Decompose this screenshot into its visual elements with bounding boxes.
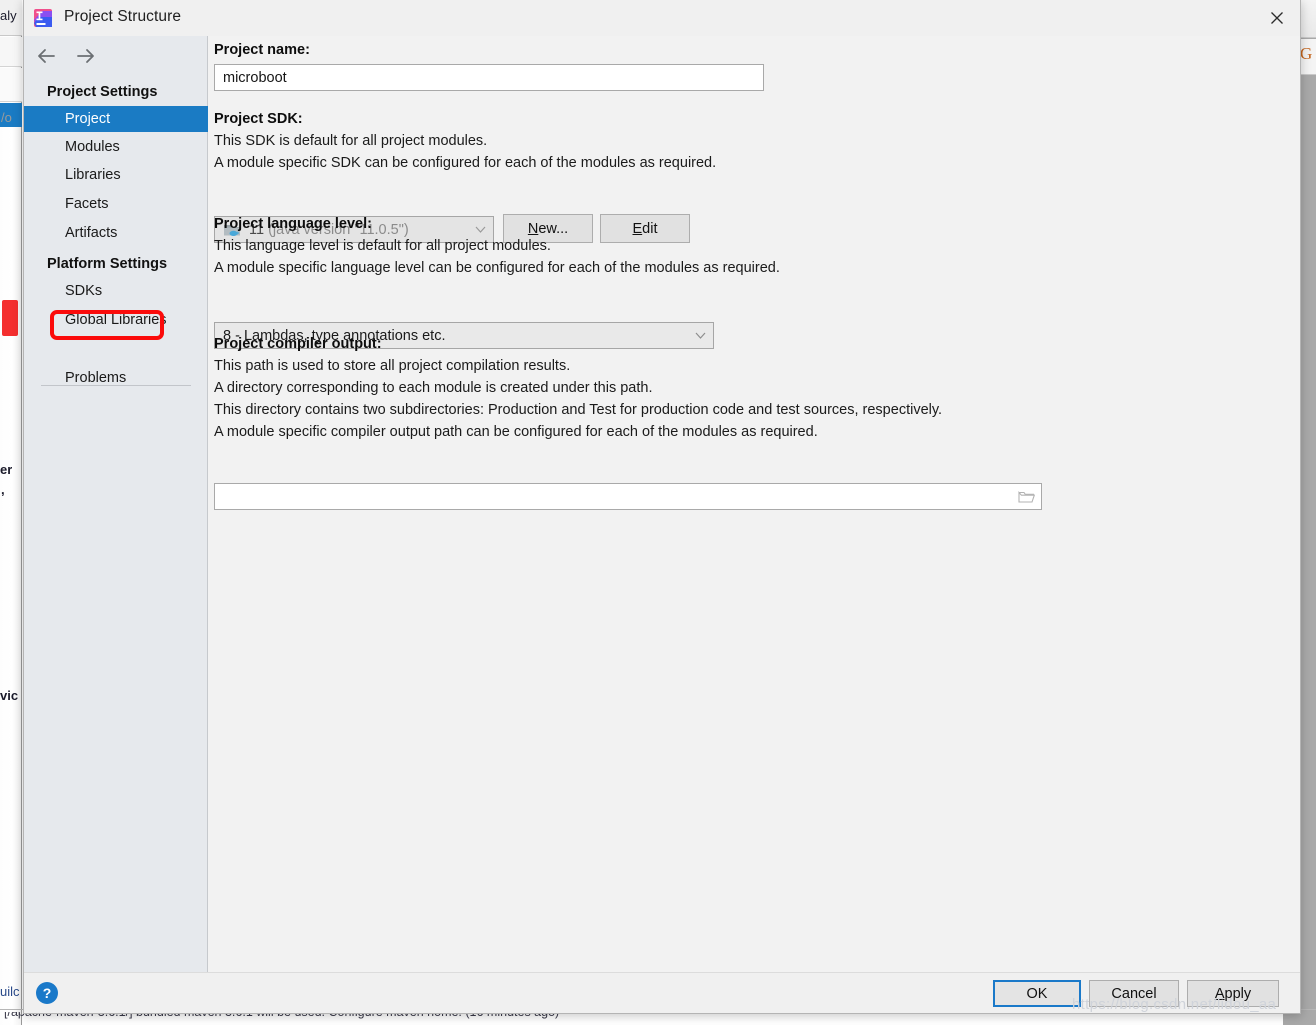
close-icon[interactable] (1254, 0, 1300, 36)
background-left-editor-strip (0, 0, 22, 1025)
background-text-fragment: uilc (0, 984, 20, 999)
project-language-level-description-line: This language level is default for all p… (214, 238, 551, 254)
project-sdk-description-line: This SDK is default for all project modu… (214, 133, 488, 149)
project-sdk-label: Project SDK: (214, 111, 303, 127)
edit-sdk-button-label: Edit (632, 220, 658, 237)
project-compiler-output-description-line: A directory corresponding to each module… (214, 380, 653, 396)
sidebar-item-sdks[interactable]: SDKs (24, 278, 208, 304)
project-structure-dialog: Project Structure Project Settings Proje… (23, 0, 1301, 1014)
background-text-fragment: vic (0, 688, 19, 703)
sidebar-item-facets[interactable]: Facets (24, 191, 208, 217)
background-text-fragment: aly (0, 8, 17, 23)
edit-sdk-mnemonic: E (632, 220, 643, 237)
apply-button[interactable]: Apply (1187, 980, 1279, 1007)
google-icon: G (1300, 44, 1313, 63)
navigation-arrows (34, 44, 98, 68)
project-compiler-output-description-line: This directory contains two subdirectori… (214, 402, 943, 418)
background-text-fragment: /o (1, 110, 12, 125)
ok-button[interactable]: OK (993, 980, 1081, 1007)
project-language-level-description-line: A module specific language level can be … (214, 260, 780, 276)
cancel-button[interactable]: Cancel (1089, 980, 1179, 1007)
background-left-toolbar-row-3 (0, 68, 22, 102)
new-sdk-mnemonic: N (527, 220, 539, 237)
apply-mnemonic: A (1214, 985, 1225, 1002)
background-text-fragment: er (0, 462, 13, 477)
arrow-right-icon[interactable] (74, 44, 98, 68)
project-language-level-label: Project language level: (214, 216, 372, 232)
page-title: Project Structure (64, 8, 182, 25)
project-name-input[interactable] (214, 64, 764, 91)
background-left-toolbar-row-2 (0, 37, 22, 67)
project-compiler-output-description-line: A module specific compiler output path c… (214, 424, 818, 440)
folder-browse-icon[interactable] (1011, 490, 1041, 504)
project-sdk-description-line: A module specific SDK can be configured … (214, 155, 717, 171)
dialog-body: Project Settings Project Modules Librari… (24, 36, 1300, 973)
project-compiler-output-description-line: This path is used to store all project c… (214, 358, 571, 374)
settings-sidebar: Project Settings Project Modules Librari… (24, 36, 208, 973)
sidebar-item-modules[interactable]: Modules (24, 134, 208, 160)
settings-content-panel: Project name: Project SDK: This SDK is d… (208, 36, 1300, 973)
intellij-idea-icon (33, 8, 53, 28)
sidebar-item-global-libraries[interactable]: Global Libraries (24, 307, 208, 333)
background-text-fragment: , (1, 482, 5, 497)
sidebar-group-project-settings: Project Settings (47, 84, 158, 100)
sidebar-item-project[interactable]: Project (24, 106, 208, 132)
sidebar-item-libraries[interactable]: Libraries (24, 162, 208, 188)
dialog-footer: ? OK Cancel Apply (24, 972, 1300, 1013)
sidebar-item-artifacts[interactable]: Artifacts (24, 220, 208, 246)
project-compiler-output-input[interactable] (215, 484, 1011, 509)
edit-sdk-button[interactable]: Edit (600, 214, 690, 243)
help-icon[interactable]: ? (36, 982, 58, 1004)
background-left-red-marker (2, 300, 18, 336)
sidebar-group-platform-settings: Platform Settings (47, 256, 168, 272)
chevron-down-icon (467, 226, 493, 233)
project-compiler-output-field[interactable] (214, 483, 1042, 510)
project-compiler-output-label: Project compiler output: (214, 336, 382, 352)
project-name-label: Project name: (214, 42, 310, 58)
new-sdk-button-label: New... (527, 220, 569, 237)
sidebar-item-problems[interactable]: Problems (24, 365, 208, 391)
dialog-titlebar: Project Structure (24, 0, 1300, 37)
apply-button-label: Apply (1214, 985, 1252, 1002)
chevron-down-icon (687, 332, 713, 339)
arrow-left-icon[interactable] (34, 44, 58, 68)
